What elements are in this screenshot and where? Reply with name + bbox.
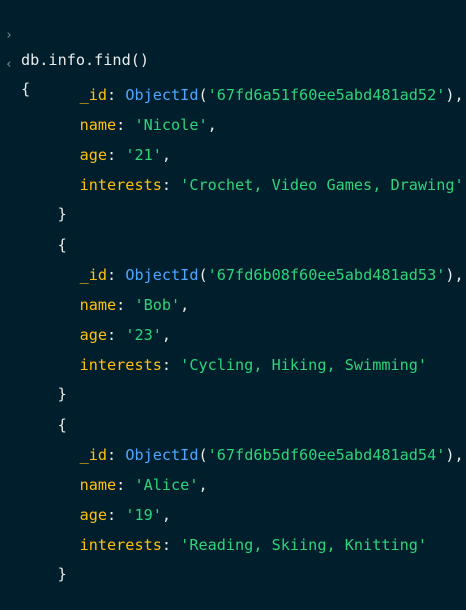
field-key: interests [79,356,162,374]
close-brace: } [57,565,67,583]
document-open-brace: ‹ { [0,29,466,98]
field-name: name: 'Alice', [79,476,208,494]
field-value: '67fd6a51f60ee5abd481ad52' [207,86,446,104]
field-key: interests [79,536,162,554]
open-brace: { [21,80,31,98]
document-close-brace: } [21,358,67,403]
field-value: 'Reading, Skiing, Knitting' [180,536,428,554]
field-id: _id: ObjectId('67fd6a51f60ee5abd481ad52'… [79,86,464,104]
document-open-brace: { [21,389,67,434]
document-open-brace: { [21,209,67,254]
field-age: age: '23', [79,326,172,344]
field-id: _id: ObjectId('67fd6b5df60ee5abd481ad54'… [79,446,464,464]
output-chevron-icon: ‹ [5,57,13,72]
field-name: name: 'Bob', [79,296,190,314]
field-name: name: 'Nicole', [79,116,217,134]
field-interests: interests: 'Cycling, Hiking, Swimming' [79,356,428,374]
field-age: age: '21', [79,146,172,164]
field-value: 'Cycling, Hiking, Swimming' [180,356,428,374]
field-id: _id: ObjectId('67fd6b08f60ee5abd481ad53'… [79,266,464,284]
document-close-brace: } [21,178,67,223]
field-value: 'Crochet, Video Games, Drawing' [180,176,464,194]
field-key: interests [79,176,162,194]
field-age: age: '19', [79,506,172,524]
document-close-brace: } [21,538,67,583]
field-interests: interests: 'Crochet, Video Games, Drawin… [79,176,464,194]
command-line: › db.info.find() [0,0,466,69]
field-value: '67fd6b5df60ee5abd481ad54' [207,446,446,464]
field-interests: interests: 'Reading, Skiing, Knitting' [79,536,428,554]
field-value: '67fd6b08f60ee5abd481ad53' [207,266,446,284]
